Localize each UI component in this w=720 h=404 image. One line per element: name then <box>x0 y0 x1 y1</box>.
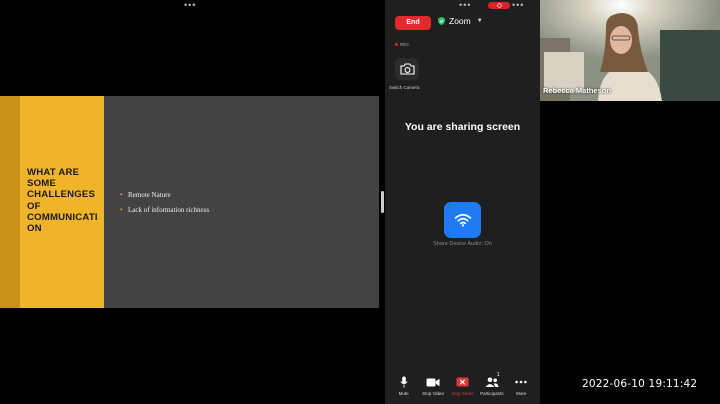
chevron-down-icon: ▼ <box>476 18 483 24</box>
camera-icon <box>399 63 415 75</box>
meeting-toolbar: Mute Stop Video Stop Share 1 Participant… <box>385 372 540 404</box>
audio-share-status: Share Device Audio: On <box>433 241 492 247</box>
stop-share-button[interactable]: Stop Share <box>448 375 476 396</box>
recording-timestamp: 2022-06-10 19:11:42 <box>582 378 698 390</box>
slide-bullet-list: Remote Nature Lack of information richne… <box>120 191 209 220</box>
shared-screen-pane: ••• WHAT ARE SOME CHALLENGES OF COMMUNIC… <box>0 0 381 404</box>
switch-camera-button[interactable] <box>395 58 419 80</box>
slide-title-line: SOME <box>27 178 57 190</box>
slide-bullet: Remote Nature <box>120 191 209 199</box>
participant-video-tile[interactable]: Rebecca Matheson <box>540 0 720 101</box>
recording-indicator: REC <box>395 42 410 47</box>
stop-share-icon <box>456 377 469 387</box>
sharing-status-text: You are sharing screen <box>404 121 521 133</box>
video-camera-icon <box>426 378 440 386</box>
slide-title-line: COMMUNICATI <box>27 211 98 223</box>
slide-title-line: OF <box>27 200 41 212</box>
window-grab-dots-icon[interactable]: ••• <box>459 1 471 10</box>
shield-check-icon <box>438 17 445 25</box>
more-label: More <box>516 391 527 396</box>
more-dots-icon <box>515 380 527 384</box>
window-grab-dots-icon[interactable]: ••• <box>184 1 196 10</box>
end-meeting-button[interactable]: End <box>395 16 431 30</box>
stop-share-label: Stop Share <box>451 391 474 396</box>
stop-video-label: Stop Video <box>422 391 445 396</box>
record-dot-icon <box>496 3 502 8</box>
presentation-slide: WHAT ARE SOME CHALLENGES OF COMMUNICATI … <box>0 96 379 308</box>
slide-title-line: WHAT ARE <box>27 167 80 178</box>
zoom-share-pane: ••• End Zoom ▼ REC Switch Camera You are… <box>385 0 540 404</box>
more-button[interactable]: More <box>507 375 535 396</box>
participants-button[interactable]: 1 Participants <box>478 372 506 396</box>
microphone-icon <box>400 376 408 388</box>
slide-title-line: CHALLENGES <box>27 189 96 201</box>
participants-count-badge: 1 <box>496 372 500 378</box>
participants-label: Participants <box>480 391 504 396</box>
window-grab-dots-icon[interactable]: ••• <box>512 1 524 10</box>
slide-bullet: Lack of information richness <box>120 206 209 214</box>
wifi-audio-icon <box>454 213 471 227</box>
switch-camera-label: Switch Camera <box>389 85 420 90</box>
meeting-title[interactable]: Zoom ▼ <box>438 15 483 27</box>
mute-label: Mute <box>398 391 409 396</box>
slide-title-line: ON <box>27 223 42 235</box>
share-audio-button[interactable] <box>444 202 481 238</box>
stop-video-button[interactable]: Stop Video <box>419 375 447 396</box>
record-dot-icon <box>395 43 398 46</box>
slide-title: WHAT ARE SOME CHALLENGES OF COMMUNICATI … <box>27 167 102 234</box>
meeting-title-label: Zoom <box>449 16 471 26</box>
recording-label: REC <box>400 42 410 47</box>
participants-icon <box>485 377 499 387</box>
split-view-divider-handle[interactable] <box>381 191 384 213</box>
slide-accent-stripe <box>0 96 20 308</box>
participant-name-tag: Rebecca Matheson <box>543 86 611 95</box>
floating-status-pill[interactable] <box>488 2 510 9</box>
mute-button[interactable]: Mute <box>390 375 418 396</box>
